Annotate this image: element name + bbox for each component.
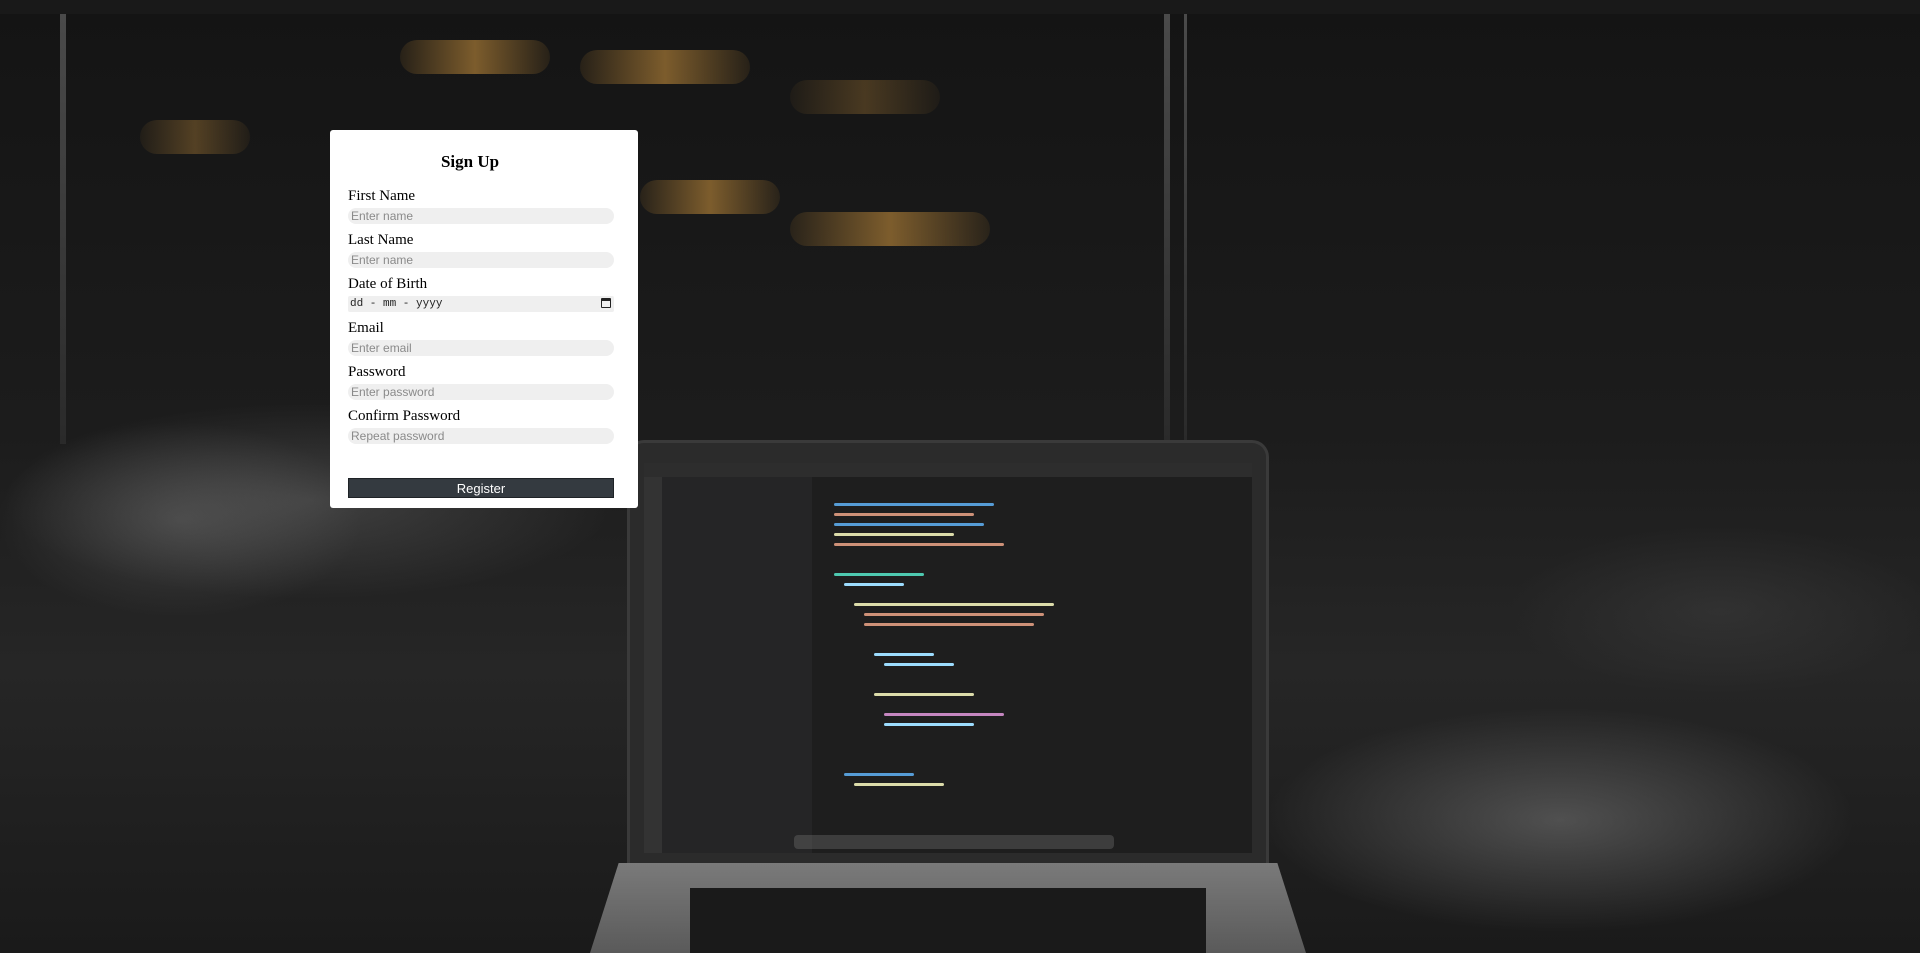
dob-input[interactable]: dd - mm - yyyy xyxy=(348,296,614,312)
screen-file-tree xyxy=(662,477,812,853)
confirm-password-input[interactable] xyxy=(348,428,614,444)
code-line xyxy=(834,523,984,526)
code-line xyxy=(884,713,1004,716)
code-line xyxy=(874,653,934,656)
code-line xyxy=(874,693,974,696)
blind-light xyxy=(640,180,780,214)
calendar-icon[interactable] xyxy=(601,298,611,308)
code-line xyxy=(834,503,994,506)
screen-activity-bar xyxy=(644,477,662,853)
screen-menubar xyxy=(644,463,1252,477)
email-input[interactable] xyxy=(348,340,614,356)
confirm-password-label: Confirm Password xyxy=(348,408,461,424)
top-bar xyxy=(0,0,1920,14)
code-line xyxy=(834,543,1004,546)
blind-light xyxy=(140,120,250,154)
code-line xyxy=(834,533,954,536)
dob-label: Date of Birth xyxy=(348,276,428,292)
screen-dock xyxy=(794,835,1114,849)
email-label: Email xyxy=(348,320,384,336)
password-input[interactable] xyxy=(348,384,614,400)
signup-form: Sign Up First Name Last Name Date of Bir… xyxy=(330,130,638,508)
code-line xyxy=(884,723,974,726)
first-name-label: First Name xyxy=(348,188,416,204)
code-line xyxy=(834,573,924,576)
laptop xyxy=(630,443,1266,863)
laptop-screen xyxy=(644,463,1252,853)
code-line xyxy=(854,603,1054,606)
laptop-keyboard xyxy=(690,888,1206,953)
code-line xyxy=(864,623,1034,626)
blind-light xyxy=(790,212,990,246)
code-line xyxy=(844,583,904,586)
code-line xyxy=(864,613,1044,616)
background-photo xyxy=(0,0,1920,953)
code-line xyxy=(844,773,914,776)
register-button[interactable]: Register xyxy=(348,478,614,498)
blind-light xyxy=(790,80,940,114)
code-line xyxy=(854,783,944,786)
form-title: Sign Up xyxy=(440,152,500,171)
window-frame-left xyxy=(60,14,66,444)
dob-placeholder: dd - mm - yyyy xyxy=(350,298,443,310)
password-label: Password xyxy=(348,364,406,380)
last-name-input[interactable] xyxy=(348,252,614,268)
window-frame-center-thin xyxy=(1184,14,1187,444)
last-name-label: Last Name xyxy=(348,232,414,248)
blind-light xyxy=(400,40,550,74)
first-name-input[interactable] xyxy=(348,208,614,224)
code-line xyxy=(834,513,974,516)
window-frame-center xyxy=(1164,14,1170,444)
code-line xyxy=(884,663,954,666)
blind-light xyxy=(580,50,750,84)
